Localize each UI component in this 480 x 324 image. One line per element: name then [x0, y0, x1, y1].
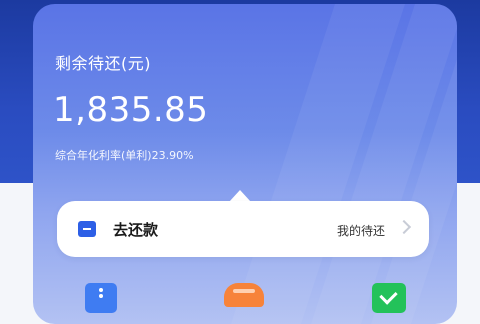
document-icon[interactable] — [85, 283, 117, 313]
repay-bar[interactable]: 去还款 我的待还 — [57, 201, 429, 257]
loan-summary-card: 剩余待还(元) 1,835.85 综合年化利率(单利)23.90% — [33, 4, 457, 324]
chevron-right-icon[interactable] — [396, 219, 412, 235]
annual-rate-text: 综合年化利率(单利)23.90% — [55, 149, 194, 162]
my-pending-link[interactable]: 我的待还 — [337, 222, 385, 239]
car-icon[interactable] — [224, 283, 264, 307]
repay-icon — [78, 221, 96, 237]
remaining-amount: 1,835.85 — [53, 90, 209, 130]
repay-button-label[interactable]: 去还款 — [113, 219, 158, 240]
check-icon[interactable] — [372, 283, 406, 313]
remaining-label: 剩余待还(元) — [55, 54, 151, 73]
